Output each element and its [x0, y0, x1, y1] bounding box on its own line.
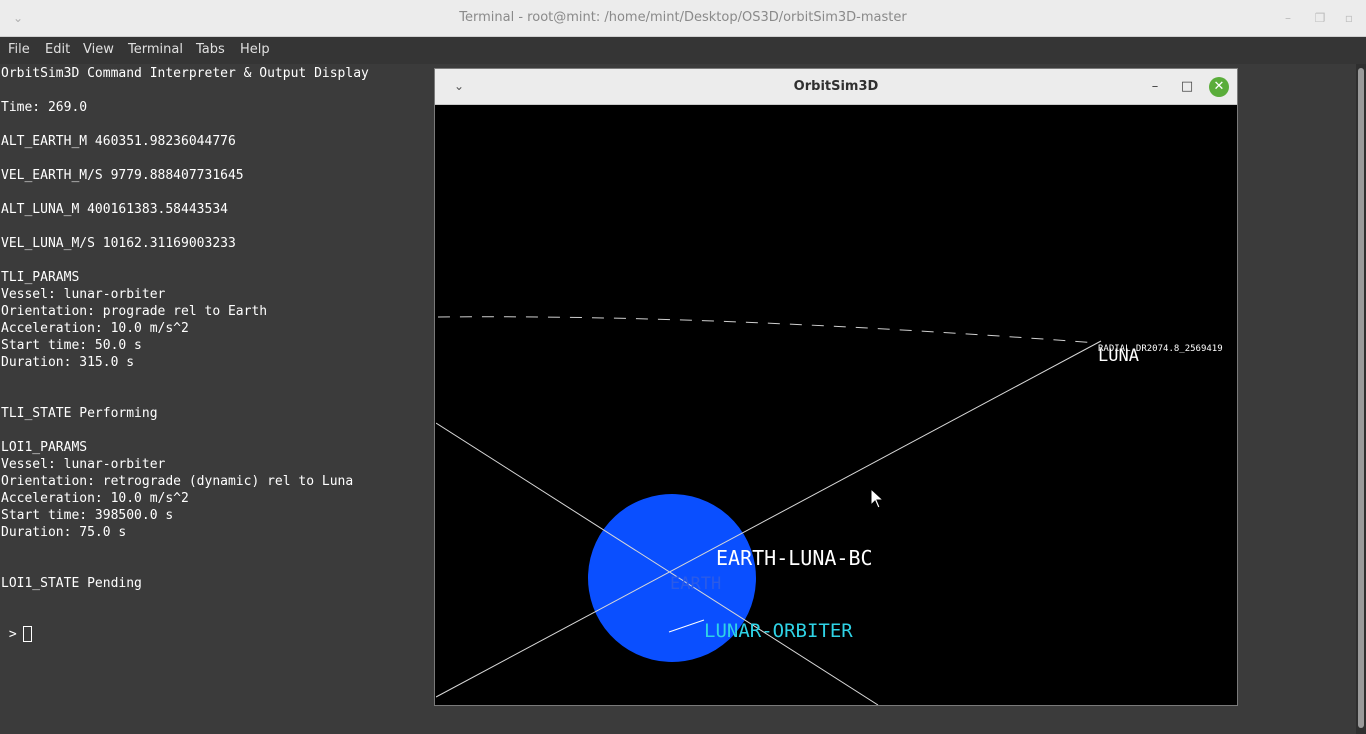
terminal-line: Duration: 315.0 s — [1, 355, 135, 370]
terminal-line: Acceleration: 10.0 m/s^2 — [1, 321, 189, 336]
scrollbar-thumb[interactable] — [1358, 68, 1364, 728]
menu-tabs[interactable]: Tabs — [196, 42, 225, 57]
terminal-line: Vessel: lunar-orbiter — [1, 457, 166, 472]
barycenter-label: EARTH-LUNA-BC — [716, 546, 873, 570]
terminal-line: LOI1_STATE Pending — [1, 576, 142, 591]
restore-icon[interactable]: ❐ — [1311, 10, 1329, 26]
viewport-background — [436, 105, 1236, 705]
terminal-line: ALT_EARTH_M 460351.98236044776 — [1, 134, 236, 149]
orbiter-label: LUNAR-ORBITER — [704, 620, 853, 642]
menu-help[interactable]: Help — [240, 42, 270, 57]
menu-view[interactable]: View — [83, 42, 114, 57]
terminal-line: Acceleration: 10.0 m/s^2 — [1, 491, 189, 506]
minimize-icon[interactable]: – — [1279, 10, 1297, 26]
orbitsim-viewport[interactable]: LUNA RADIAL DR2074.8_2569419 EARTH-LUNA-… — [436, 105, 1236, 705]
terminal-scrollbar[interactable] — [1356, 64, 1366, 734]
orbitsim-title: OrbitSim3D — [793, 79, 879, 94]
terminal-line: LOI1_PARAMS — [1, 440, 88, 455]
close-icon[interactable]: ▫ — [1340, 10, 1358, 26]
terminal-titlebar: ⌄ Terminal - root@mint: /home/mint/Deskt… — [0, 0, 1366, 37]
terminal-line: Vessel: lunar-orbiter — [1, 287, 166, 302]
terminal-cursor — [23, 626, 32, 642]
terminal-line: Start time: 50.0 s — [1, 338, 142, 353]
terminal-line: VEL_EARTH_M/S 9779.888407731645 — [1, 168, 244, 183]
luna-info-label: RADIAL DR2074.8_2569419 — [1098, 344, 1223, 354]
terminal-line: Duration: 75.0 s — [1, 525, 127, 540]
orbitsim-maximize-icon[interactable]: □ — [1177, 77, 1197, 97]
orbitsim-close-icon[interactable]: ✕ — [1209, 77, 1229, 97]
terminal-line: > — [1, 627, 25, 642]
window-title: Terminal - root@mint: /home/mint/Desktop… — [459, 10, 907, 25]
orbitsim-titlebar: ⌄ OrbitSim3D – □ ✕ — [435, 69, 1237, 105]
terminal-line: TLI_PARAMS — [1, 270, 80, 285]
terminal-line: TLI_STATE Performing — [1, 406, 158, 421]
terminal-line: OrbitSim3D Command Interpreter & Output … — [1, 66, 369, 81]
orbitsim-minimize-icon[interactable]: – — [1145, 77, 1165, 97]
orbitsim-window: ⌄ OrbitSim3D – □ ✕ LUNA RADIAL DR2074.8_… — [434, 68, 1238, 706]
terminal-line: Time: 269.0 — [1, 100, 88, 115]
terminal-line: Orientation: retrograde (dynamic) rel to… — [1, 474, 354, 489]
terminal-line: VEL_LUNA_M/S 10162.31169003233 — [1, 236, 236, 251]
menu-terminal[interactable]: Terminal — [128, 42, 183, 57]
menu-bar: File Edit View Terminal Tabs Help — [0, 37, 1366, 64]
terminal-line: Start time: 398500.0 s — [1, 508, 174, 523]
menu-file[interactable]: File — [8, 42, 30, 57]
earth-label: EARTH — [670, 574, 721, 594]
terminal-line: ALT_LUNA_M 400161383.58443534 — [1, 202, 228, 217]
menu-edit[interactable]: Edit — [45, 42, 70, 57]
terminal-line: Orientation: prograde rel to Earth — [1, 304, 268, 319]
